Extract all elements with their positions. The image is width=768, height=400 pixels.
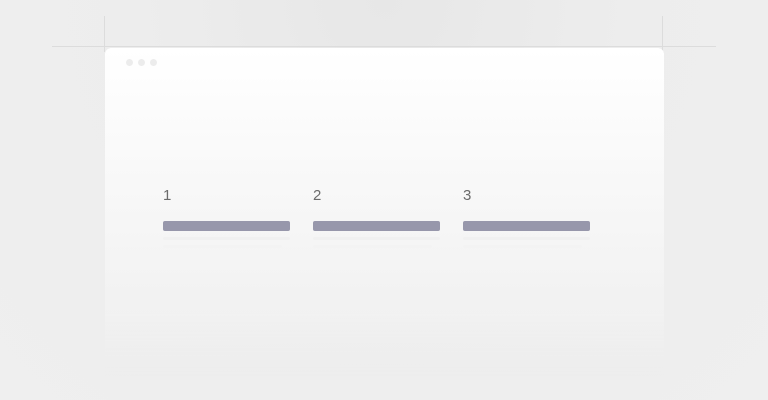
step-2: 2	[313, 187, 440, 253]
placeholder-line	[163, 245, 283, 248]
window-controls	[126, 59, 157, 66]
placeholder-line	[313, 237, 440, 240]
step-placeholder-lines	[313, 237, 440, 248]
guide-line-horizontal	[52, 46, 716, 47]
minimize-dot-icon[interactable]	[138, 59, 145, 66]
guide-line-left	[104, 16, 105, 52]
close-dot-icon[interactable]	[126, 59, 133, 66]
step-progress-bar	[313, 221, 440, 231]
step-number: 1	[163, 187, 172, 204]
placeholder-line	[463, 237, 590, 240]
step-placeholder-lines	[463, 237, 590, 248]
placeholder-line	[163, 237, 290, 240]
maximize-dot-icon[interactable]	[150, 59, 157, 66]
step-number: 2	[313, 187, 322, 204]
placeholder-line	[313, 245, 433, 248]
browser-window: 1 2 3	[105, 48, 664, 378]
step-placeholder-lines	[163, 237, 290, 248]
step-number: 3	[463, 187, 472, 204]
step-1: 1	[163, 187, 290, 253]
guide-line-right	[662, 16, 663, 52]
step-progress-bar	[163, 221, 290, 231]
placeholder-line	[463, 245, 583, 248]
step-3: 3	[463, 187, 590, 253]
step-progress-bar	[463, 221, 590, 231]
steps-row: 1 2 3	[163, 187, 590, 253]
